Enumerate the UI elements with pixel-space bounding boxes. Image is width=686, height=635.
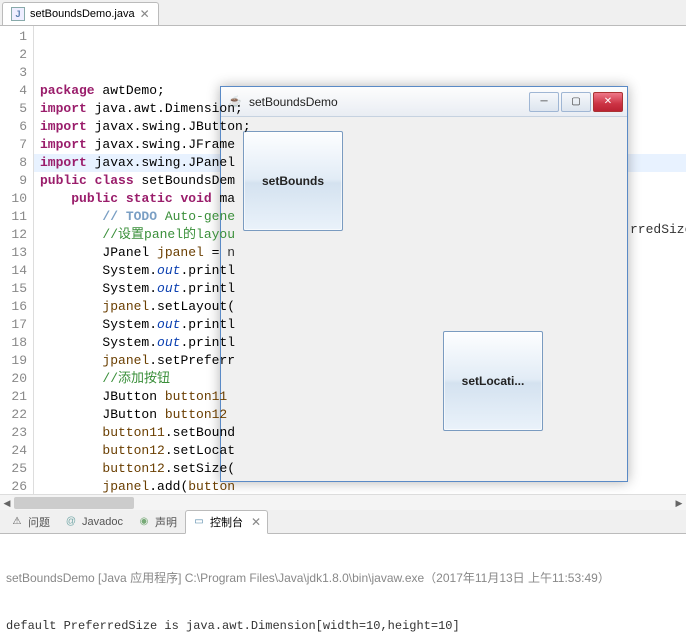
tab-problems[interactable]: ⚠ 问题 (4, 511, 56, 533)
console-line: default PreferredSize is java.awt.Dimens… (6, 618, 680, 634)
close-console-icon[interactable]: ✕ (251, 515, 261, 529)
editor-area: J setBoundsDemo.java ✕ 12345678910111213… (0, 0, 686, 510)
editor-tab[interactable]: J setBoundsDemo.java ✕ (2, 2, 159, 25)
horizontal-scrollbar[interactable]: ◀ ▶ (0, 494, 686, 510)
console-view[interactable]: setBoundsDemo [Java 应用程序] C:\Program Fil… (0, 534, 686, 635)
tab-javadoc-label: Javadoc (82, 516, 123, 528)
code-area[interactable]: 1234567891011121314151617181920212223242… (0, 26, 686, 494)
tab-declaration[interactable]: ◉ 声明 (131, 511, 183, 533)
java-file-icon: J (11, 7, 25, 21)
editor-tab-label: setBoundsDemo.java (30, 8, 135, 20)
scroll-thumb[interactable] (14, 497, 134, 509)
bottom-view-tabs: ⚠ 问题 @ Javadoc ◉ 声明 ▭ 控制台 ✕ (0, 510, 686, 534)
problems-icon: ⚠ (10, 515, 24, 529)
tab-console-label: 控制台 (210, 514, 243, 530)
tab-console[interactable]: ▭ 控制台 ✕ (185, 510, 268, 534)
tab-javadoc[interactable]: @ Javadoc (58, 512, 129, 532)
truncated-code-text: rredSize (630, 222, 686, 237)
line-gutter: 1234567891011121314151617181920212223242… (0, 26, 34, 494)
code-content[interactable]: package awtDemo;import java.awt.Dimensio… (34, 26, 686, 494)
scroll-left-icon[interactable]: ◀ (1, 497, 13, 509)
console-icon: ▭ (192, 515, 206, 529)
javadoc-icon: @ (64, 515, 78, 529)
editor-tab-bar: J setBoundsDemo.java ✕ (0, 0, 686, 26)
scroll-right-icon[interactable]: ▶ (673, 497, 685, 509)
console-title: setBoundsDemo [Java 应用程序] C:\Program Fil… (6, 570, 680, 586)
tab-problems-label: 问题 (28, 514, 50, 530)
declaration-icon: ◉ (137, 515, 151, 529)
close-tab-icon[interactable]: ✕ (140, 7, 150, 21)
tab-declaration-label: 声明 (155, 514, 177, 530)
